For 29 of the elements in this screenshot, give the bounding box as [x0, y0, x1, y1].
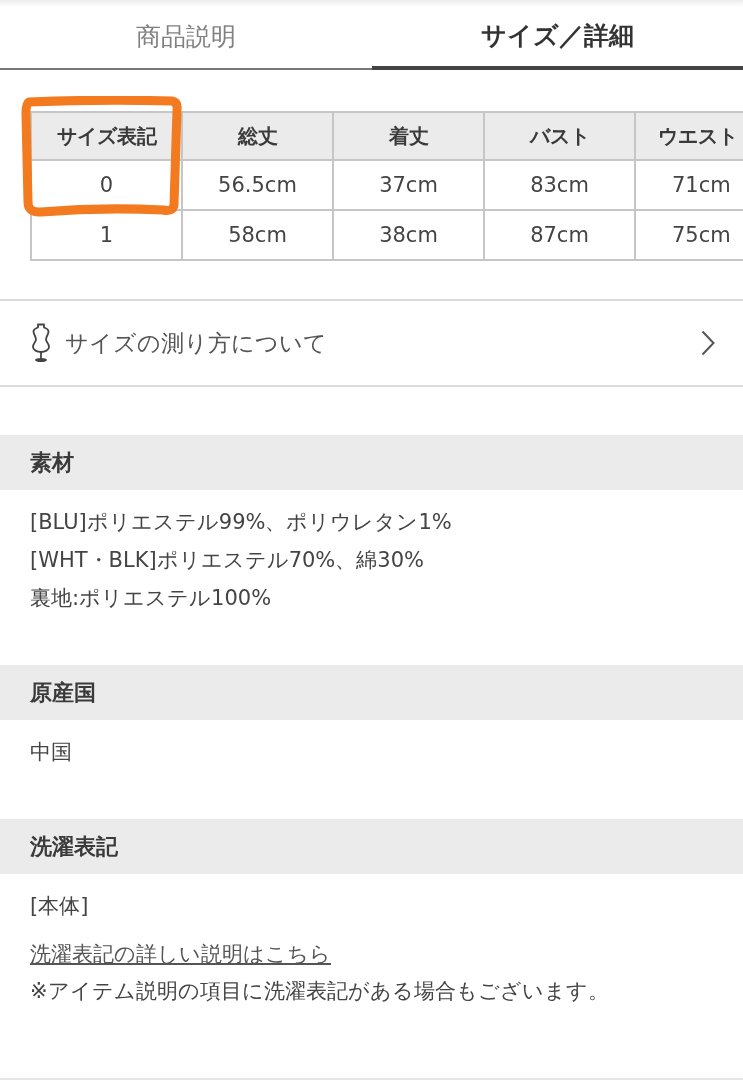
table-cell: 1 [30, 209, 181, 259]
text-link[interactable]: 洗濯表記の詳しい説明はこちら [30, 936, 331, 972]
table-cell: 87cm [483, 209, 634, 259]
table-cell: 75cm [634, 209, 743, 259]
table-cell: 56.5cm [181, 159, 332, 209]
tab[interactable]: 商品説明 [0, 0, 372, 68]
table-cell: 83cm [483, 159, 634, 209]
mannequin-icon [31, 323, 51, 363]
column-header: ウエスト [634, 111, 743, 159]
table-cell: 37cm [332, 159, 483, 209]
detail-text: ※アイテム説明の項目に洗濯表記がある場合もございます。 [30, 978, 609, 1005]
detail-text: [本体] [30, 893, 89, 920]
detail-text: [WHT・BLK]ポリエステル70%、綿30% [30, 547, 424, 574]
table-cell: 38cm [332, 209, 483, 259]
table-cell: 58cm [181, 209, 332, 259]
size-guide-link[interactable]: サイズの測り方について [0, 299, 743, 387]
chevron-right-icon [701, 330, 715, 356]
table-cell: 0 [30, 159, 181, 209]
tab[interactable]: サイズ／詳細 [371, 0, 743, 70]
column-header: バスト [483, 111, 634, 159]
column-header: 総丈 [181, 111, 332, 159]
section-header: 原産国 [0, 665, 743, 720]
table-cell: 71cm [634, 159, 743, 209]
detail-text: 裏地:ポリエステル100% [30, 585, 272, 612]
section-header: 洗濯表記 [0, 819, 743, 874]
detail-text: 中国 [30, 739, 72, 766]
section-header: 素材 [0, 435, 743, 490]
detail-text: [BLU]ポリエステル99%、ポリウレタン1% [30, 509, 452, 536]
column-header: 着丈 [332, 111, 483, 159]
